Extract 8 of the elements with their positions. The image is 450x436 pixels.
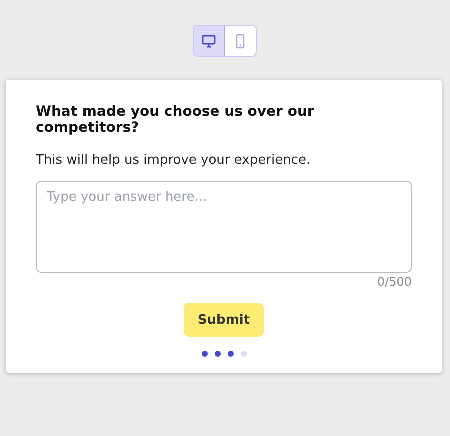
question-title: What made you choose us over our competitors? <box>36 104 316 136</box>
monitor-icon <box>202 34 216 48</box>
submit-button[interactable]: Submit <box>184 303 264 337</box>
character-counter: 0/500 <box>376 275 412 289</box>
answer-field[interactable]: Type your answer here... <box>36 181 412 273</box>
phone-icon <box>236 34 245 48</box>
question-description: This will help us improve your experience. <box>36 153 312 168</box>
view-toggle-button[interactable] <box>194 26 225 56</box>
